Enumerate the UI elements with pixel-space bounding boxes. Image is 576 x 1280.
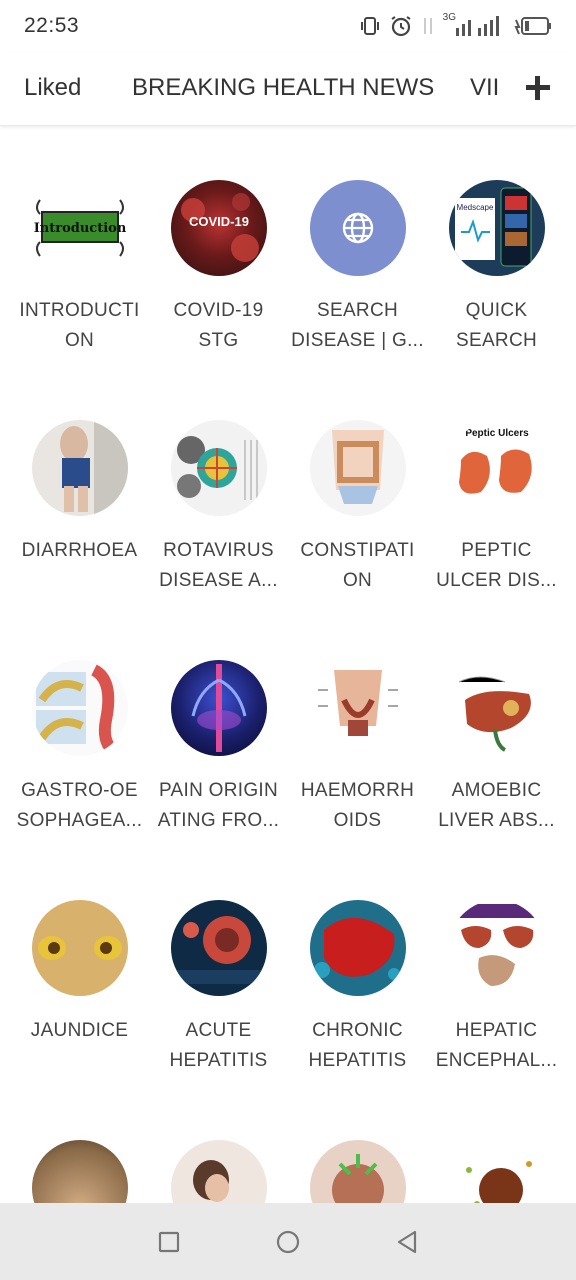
amoebic-liver-thumbnail — [448, 660, 545, 756]
introduction-thumbnail: Introduction — [31, 180, 128, 276]
tile-label: COVID-19 STG — [173, 300, 264, 351]
tile-label: PAIN ORIGIN ATING FRO... — [157, 780, 280, 831]
add-tab-icon[interactable] — [526, 76, 550, 100]
row5-4-thumbnail — [448, 1140, 545, 1203]
tile-label: GASTRO-OE SOPHAGEA... — [16, 780, 143, 831]
status-bar: 22:53 3G — [0, 0, 576, 52]
introduction-image-text: Introduction — [33, 221, 126, 236]
status-icons: 3G — [359, 11, 552, 38]
hepatic-encephalopathy-thumbnail — [448, 900, 545, 996]
tile-acute-hepatitis[interactable]: ACUTE HEPATITIS — [149, 900, 288, 1076]
rotavirus-thumbnail — [170, 420, 267, 516]
jaundice-thumbnail — [31, 900, 128, 996]
network-type: 3G — [442, 11, 456, 23]
tile-label: SEARCH DISEASE | G... — [291, 300, 424, 351]
covid-thumbnail: COVID-19 — [170, 180, 267, 276]
medscape-thumbnail: Medscape — [448, 180, 545, 276]
constipation-thumbnail — [309, 420, 406, 516]
tile-label: INTRODUCTI ON — [19, 300, 140, 351]
vibrate-icon — [360, 17, 379, 35]
tile-row5-2[interactable] — [149, 1140, 288, 1203]
data-transfer-icon — [423, 18, 432, 34]
tab-bar: Liked BREAKING HEALTH NEWS VII — [0, 52, 576, 126]
tile-peptic-ulcer[interactable]: Peptic Ulcers PEPTIC ULCER DIS... — [427, 420, 566, 596]
search-disease-thumbnail — [309, 180, 406, 276]
haemorrhoids-thumbnail — [309, 660, 406, 756]
tile-label: DIARRHOEA — [21, 540, 138, 561]
tile-label: CONSTIPATI ON — [300, 540, 415, 591]
tile-label: JAUNDICE — [30, 1020, 129, 1041]
topic-grid: Introduction INTRODUCTI ON COVID-19 COVI… — [0, 127, 576, 1203]
tab-breaking-health-news[interactable]: BREAKING HEALTH NEWS — [132, 74, 434, 102]
tile-covid-19-stg[interactable]: COVID-19 COVID-19 STG — [149, 180, 288, 356]
row5-1-thumbnail — [31, 1140, 128, 1203]
back-icon[interactable] — [395, 1230, 419, 1254]
system-nav-bar — [0, 1203, 576, 1280]
tile-label: HAEMORRH OIDS — [300, 780, 415, 831]
tile-label: QUICK SEARCH — [456, 300, 537, 351]
peptic-ulcer-image-text: Peptic Ulcers — [465, 428, 529, 439]
tile-amoebic-liver[interactable]: AMOEBIC LIVER ABS... — [427, 660, 566, 836]
tile-gastro-oesophageal[interactable]: GASTRO-OE SOPHAGEA... — [10, 660, 149, 836]
tile-pain-originating[interactable]: PAIN ORIGIN ATING FRO... — [149, 660, 288, 836]
tab-vii[interactable]: VII — [470, 74, 510, 102]
tile-jaundice[interactable]: JAUNDICE — [10, 900, 149, 1046]
covid-image-text: COVID-19 — [189, 214, 249, 229]
row5-3-thumbnail — [309, 1140, 406, 1203]
battery-icon — [514, 17, 551, 35]
tile-label: HEPATIC ENCEPHAL... — [435, 1020, 558, 1071]
globe-icon — [342, 212, 373, 244]
acute-hepatitis-thumbnail — [170, 900, 267, 996]
pain-thumbnail — [170, 660, 267, 756]
signal-icon — [456, 16, 499, 36]
tile-rotavirus[interactable]: ROTAVIRUS DISEASE A... — [149, 420, 288, 596]
alarm-icon — [391, 16, 411, 37]
tile-hepatic-encephalopathy[interactable]: HEPATIC ENCEPHAL... — [427, 900, 566, 1076]
medscape-image-text: Medscape — [456, 203, 493, 212]
chronic-hepatitis-thumbnail — [309, 900, 406, 996]
gerd-thumbnail — [31, 660, 128, 756]
tile-label: PEPTIC ULCER DIS... — [436, 540, 557, 591]
tile-row5-1[interactable] — [10, 1140, 149, 1203]
peptic-ulcer-thumbnail: Peptic Ulcers — [448, 420, 545, 516]
tab-liked[interactable]: Liked — [24, 74, 81, 102]
tile-search-disease[interactable]: SEARCH DISEASE | G... — [288, 180, 427, 356]
tile-row5-3[interactable] — [288, 1140, 427, 1203]
tile-diarrhoea[interactable]: DIARRHOEA — [10, 420, 149, 566]
tile-chronic-hepatitis[interactable]: CHRONIC HEPATITIS — [288, 900, 427, 1076]
row5-2-thumbnail — [170, 1140, 267, 1203]
tile-introduction[interactable]: Introduction INTRODUCTI ON — [10, 180, 149, 356]
tile-quick-search[interactable]: Medscape QUICK SEARCH — [427, 180, 566, 356]
status-time: 22:53 — [24, 14, 80, 37]
tile-constipation[interactable]: CONSTIPATI ON — [288, 420, 427, 596]
tile-haemorrhoids[interactable]: HAEMORRH OIDS — [288, 660, 427, 836]
home-icon[interactable] — [276, 1230, 300, 1254]
tile-label: CHRONIC HEPATITIS — [308, 1020, 407, 1071]
tile-row5-4[interactable] — [427, 1140, 566, 1203]
diarrhoea-thumbnail — [31, 420, 128, 516]
recents-icon[interactable] — [157, 1230, 181, 1254]
tile-label: ACUTE HEPATITIS — [169, 1020, 268, 1071]
tile-label: ROTAVIRUS DISEASE A... — [159, 540, 278, 591]
tile-label: AMOEBIC LIVER ABS... — [438, 780, 555, 831]
